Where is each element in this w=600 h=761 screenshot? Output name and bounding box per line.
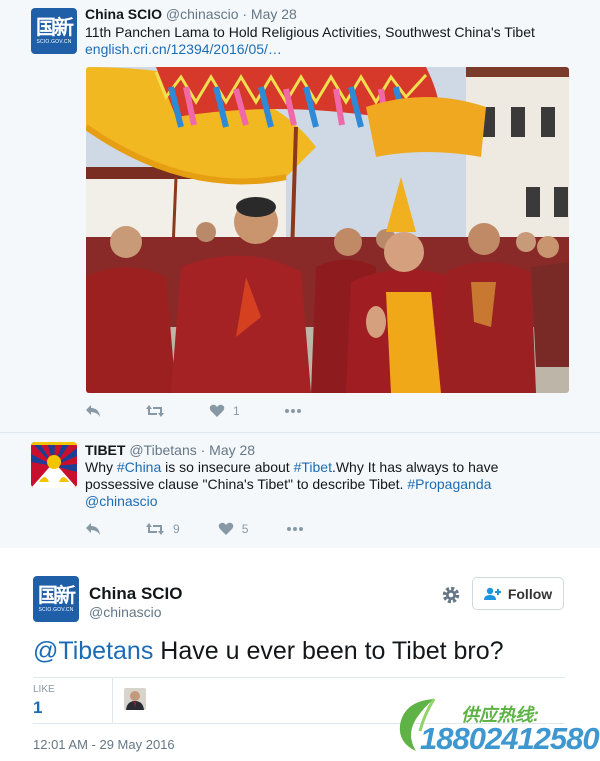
avatar-subtext: SCIO.GOV.CN xyxy=(36,39,72,45)
mention-chinascio[interactable]: @chinascio xyxy=(85,493,158,509)
main-avatar[interactable]: 国新 SCIO.GOV.CN xyxy=(33,576,79,622)
reply-icon xyxy=(86,405,100,417)
mention-tibetans[interactable]: @Tibetans xyxy=(33,637,153,665)
retweet-count: 9 xyxy=(173,522,180,536)
author-name[interactable]: China SCIO xyxy=(85,6,162,22)
tweet-header: TIBET @Tibetans · May 28 xyxy=(85,442,255,458)
tweet-date[interactable]: · May 28 xyxy=(201,442,255,458)
add-user-icon xyxy=(483,587,501,600)
tweet-text: Why #China is so insecure about #Tibet.W… xyxy=(85,459,540,510)
more-button[interactable] xyxy=(284,408,302,414)
retweet-icon xyxy=(146,405,164,417)
like-button[interactable]: 1 xyxy=(209,404,240,418)
author-handle[interactable]: @Tibetans xyxy=(129,442,196,458)
tweet-header: China SCIO @chinascio · May 28 xyxy=(85,6,297,22)
author-name[interactable]: TIBET xyxy=(85,442,125,458)
hashtag-propaganda[interactable]: #Propaganda xyxy=(407,476,491,492)
hashtag-tibet[interactable]: #Tibet xyxy=(294,459,332,475)
like-button[interactable]: 5 xyxy=(218,522,249,536)
more-dots-icon xyxy=(287,527,304,531)
heart-icon xyxy=(218,522,233,535)
tweet-divider xyxy=(0,432,600,433)
like-count: 1 xyxy=(233,404,240,418)
conversation-thread: 国新 SCIO.GOV.CN China SCIO @chinascio · M… xyxy=(0,0,600,548)
retweet-button[interactable] xyxy=(145,404,165,418)
reply-button[interactable] xyxy=(85,404,101,418)
tibet-flag-icon xyxy=(31,442,77,488)
liker-avatar[interactable] xyxy=(124,688,146,710)
main-tweet-body: Have u ever been to Tibet bro? xyxy=(153,637,504,665)
more-button[interactable] xyxy=(286,526,304,532)
reply-button[interactable] xyxy=(85,522,101,536)
text-part: is so insecure about xyxy=(161,459,294,475)
follow-label: Follow xyxy=(507,585,553,602)
main-tweet-text: @Tibetans Have u ever been to Tibet bro? xyxy=(33,637,504,666)
hashtag-china[interactable]: #China xyxy=(117,459,161,475)
tweet-link[interactable]: english.cri.cn/12394/2016/05/… xyxy=(85,41,565,58)
avatar-subtext: SCIO.GOV.CN xyxy=(38,607,74,613)
likes-label: LIKE xyxy=(33,684,55,695)
watermark-phone: 18802412580 xyxy=(420,721,600,756)
heart-icon xyxy=(209,404,225,417)
likes-count[interactable]: 1 xyxy=(33,698,42,718)
tweet-actions: 9 5 xyxy=(85,520,348,538)
like-count: 5 xyxy=(241,522,249,536)
text-part: Why xyxy=(85,459,117,475)
tweet-text: 11th Panchen Lama to Hold Religious Acti… xyxy=(85,24,565,58)
more-dots-icon xyxy=(284,409,301,413)
scio-avatar[interactable]: 国新 SCIO.GOV.CN xyxy=(31,8,77,54)
retweet-icon xyxy=(146,523,164,535)
main-author-handle[interactable]: @chinascio xyxy=(89,604,162,620)
main-author-name[interactable]: China SCIO xyxy=(89,584,183,604)
tibet-flag-avatar[interactable] xyxy=(31,442,77,488)
tweet-actions: 1 xyxy=(85,402,346,420)
liker-avatar-image xyxy=(124,688,146,710)
follow-button[interactable]: Follow xyxy=(472,577,564,610)
tweet-body: 11th Panchen Lama to Hold Religious Acti… xyxy=(85,24,535,40)
tweet-date[interactable]: · May 28 xyxy=(242,6,296,22)
retweet-button[interactable]: 9 xyxy=(145,522,180,536)
tweet-timestamp[interactable]: 12:01 AM - 29 May 2016 xyxy=(33,737,175,752)
stats-separator xyxy=(112,678,113,723)
ceremony-photo[interactable] xyxy=(86,67,569,393)
ceremony-photo-image xyxy=(86,67,569,393)
avatar-glyph: 国新 xyxy=(38,583,76,607)
gear-icon[interactable] xyxy=(441,585,461,605)
avatar-glyph: 国新 xyxy=(36,15,74,39)
author-handle[interactable]: @chinascio xyxy=(166,6,239,22)
reply-icon xyxy=(86,523,100,535)
